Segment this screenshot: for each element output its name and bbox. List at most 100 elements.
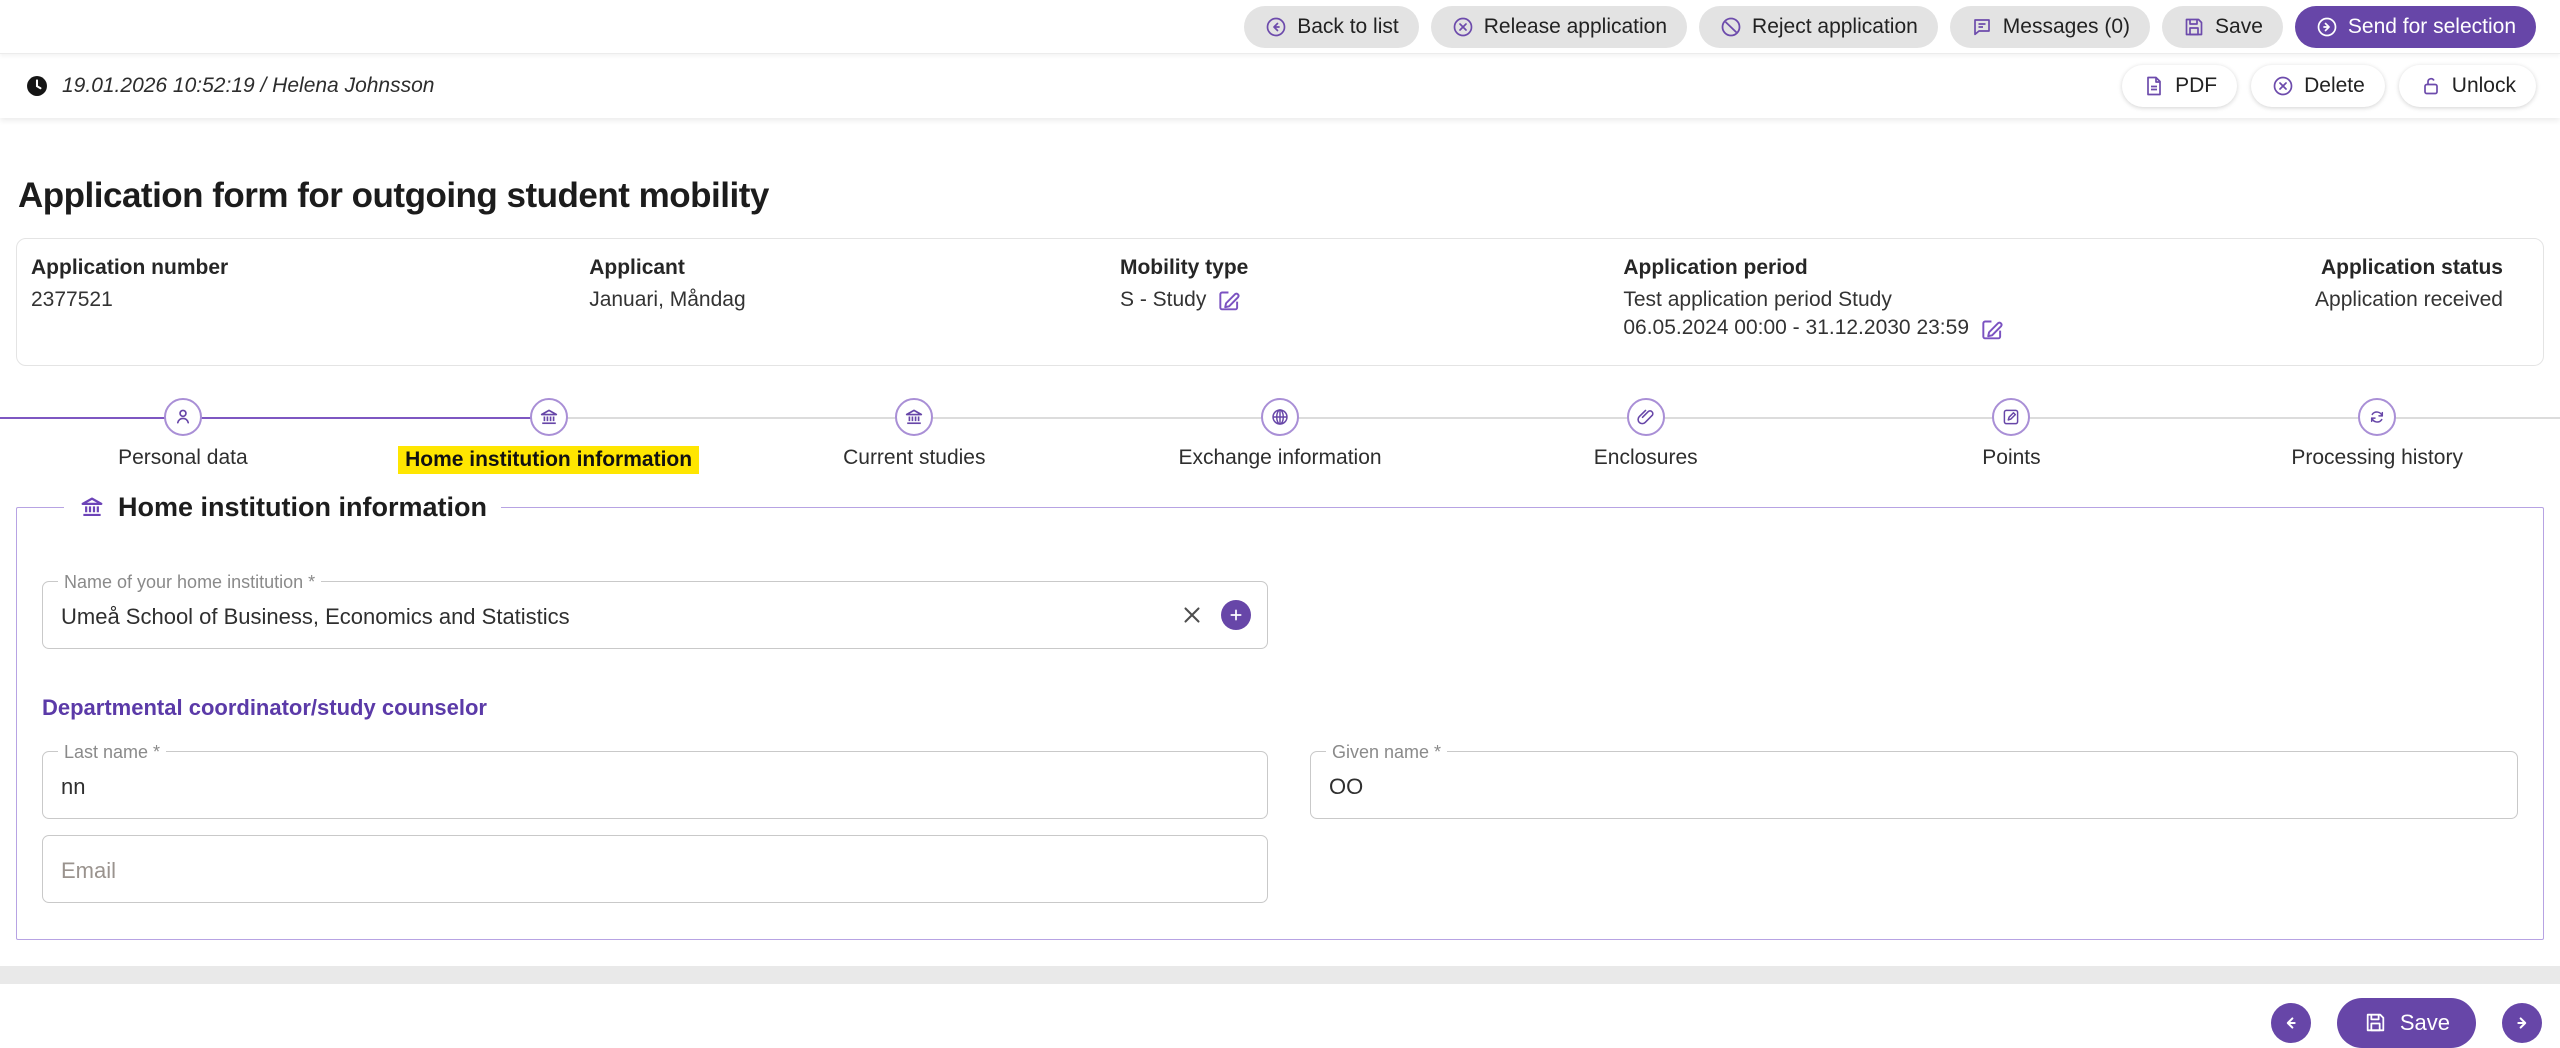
messages-label: Messages (0) bbox=[2003, 15, 2130, 39]
application-status-value: Application received bbox=[2241, 286, 2503, 314]
person-icon bbox=[164, 398, 202, 436]
section-legend: Home institution information bbox=[64, 492, 501, 523]
save-label-top: Save bbox=[2215, 15, 2263, 39]
home-institution-section: Home institution information Name of you… bbox=[16, 492, 2544, 940]
meta-actions: PDF Delete Unlock bbox=[2122, 65, 2536, 107]
email-field-label: Email bbox=[61, 858, 116, 884]
applicant-value: Januari, Måndag bbox=[589, 286, 1100, 314]
application-number-label: Application number bbox=[31, 256, 569, 280]
messages-button[interactable]: Messages (0) bbox=[1950, 6, 2150, 48]
clock-icon bbox=[24, 73, 50, 99]
edit-note-icon bbox=[1992, 398, 2030, 436]
step-label: Enclosures bbox=[1594, 446, 1698, 470]
paperclip-icon bbox=[1627, 398, 1665, 436]
pdf-label: PDF bbox=[2175, 74, 2217, 98]
next-page-button[interactable] bbox=[2502, 1003, 2542, 1043]
step-label: Points bbox=[1982, 446, 2040, 470]
applicant-block: Applicant Januari, Måndag bbox=[589, 256, 1120, 343]
home-institution-field-value: Umeå School of Business, Economics and S… bbox=[61, 604, 570, 630]
pdf-button[interactable]: PDF bbox=[2122, 65, 2237, 107]
last-name-field-label: Last name * bbox=[58, 742, 166, 763]
given-name-field[interactable]: Given name * OO bbox=[1310, 751, 2518, 819]
application-number-block: Application number 2377521 bbox=[31, 256, 589, 343]
page-title: Application form for outgoing student mo… bbox=[18, 176, 2560, 216]
application-status-label: Application status bbox=[2241, 256, 2503, 280]
step-personal-data[interactable]: Personal data bbox=[0, 398, 366, 474]
application-summary-card: Application number 2377521 Applicant Jan… bbox=[16, 238, 2544, 366]
mobility-type-label: Mobility type bbox=[1120, 256, 1603, 280]
applicant-label: Applicant bbox=[589, 256, 1100, 280]
application-period-range: 06.05.2024 00:00 - 31.12.2030 23:59 bbox=[1623, 314, 1969, 342]
save-label-footer: Save bbox=[2400, 1010, 2450, 1036]
last-modified-info: 19.01.2026 10:52:19 / Helena Johnsson bbox=[24, 73, 434, 99]
save-button-top[interactable]: Save bbox=[2162, 6, 2283, 48]
institution-icon bbox=[895, 398, 933, 436]
release-application-button[interactable]: Release application bbox=[1431, 6, 1687, 48]
add-institution-icon[interactable] bbox=[1221, 600, 1251, 630]
mobility-type-block: Mobility type S - Study bbox=[1120, 256, 1623, 343]
last-name-field-value: nn bbox=[61, 774, 85, 800]
clear-institution-icon[interactable] bbox=[1179, 602, 1205, 628]
step-label: Processing history bbox=[2291, 446, 2463, 470]
step-enclosures[interactable]: Enclosures bbox=[1463, 398, 1829, 474]
save-icon bbox=[2363, 1010, 2388, 1035]
reject-application-label: Reject application bbox=[1752, 15, 1918, 39]
arrow-left-circle-icon bbox=[1264, 15, 1288, 39]
mobility-type-value: S - Study bbox=[1120, 286, 1206, 314]
home-institution-field[interactable]: Name of your home institution * Umeå Sch… bbox=[42, 581, 1268, 649]
save-icon bbox=[2182, 15, 2206, 39]
coordinator-subheading: Departmental coordinator/study counselor bbox=[42, 695, 2518, 721]
last-name-field[interactable]: Last name * nn bbox=[42, 751, 1268, 819]
send-for-selection-button[interactable]: Send for selection bbox=[2295, 6, 2536, 48]
form-stepper: Personal data Home institution informati… bbox=[0, 398, 2560, 470]
step-processing-history[interactable]: Processing history bbox=[2194, 398, 2560, 474]
given-name-field-label: Given name * bbox=[1326, 742, 1447, 763]
step-label: Exchange information bbox=[1178, 446, 1381, 470]
back-to-list-label: Back to list bbox=[1297, 15, 1399, 39]
step-label: Personal data bbox=[118, 446, 248, 470]
application-period-label: Application period bbox=[1623, 256, 2221, 280]
ban-icon bbox=[1719, 15, 1743, 39]
unlock-icon bbox=[2419, 74, 2443, 98]
application-period-block: Application period Test application peri… bbox=[1623, 256, 2241, 343]
edit-mobility-type-icon[interactable] bbox=[1216, 287, 1242, 313]
arrow-right-icon bbox=[2511, 1012, 2533, 1034]
reject-application-button[interactable]: Reject application bbox=[1699, 6, 1938, 48]
section-title: Home institution information bbox=[118, 492, 487, 523]
application-status-block: Application status Application received bbox=[2241, 256, 2523, 343]
x-circle-icon bbox=[2271, 74, 2295, 98]
back-to-list-button[interactable]: Back to list bbox=[1244, 6, 1419, 48]
previous-page-button[interactable] bbox=[2271, 1003, 2311, 1043]
top-toolbar: Back to list Release application Reject … bbox=[0, 0, 2560, 54]
timestamp-user-text: 19.01.2026 10:52:19 / Helena Johnsson bbox=[62, 74, 434, 98]
document-icon bbox=[2142, 74, 2166, 98]
unlock-button[interactable]: Unlock bbox=[2399, 65, 2536, 107]
delete-button[interactable]: Delete bbox=[2251, 65, 2385, 107]
arrow-right-circle-icon bbox=[2315, 15, 2339, 39]
release-application-label: Release application bbox=[1484, 15, 1667, 39]
send-for-selection-label: Send for selection bbox=[2348, 15, 2516, 39]
application-period-name: Test application period Study bbox=[1623, 286, 2221, 314]
history-icon bbox=[2358, 398, 2396, 436]
bottom-divider bbox=[0, 966, 2560, 984]
email-field[interactable]: Email bbox=[42, 835, 1268, 903]
unlock-label: Unlock bbox=[2452, 74, 2516, 98]
step-exchange-information[interactable]: Exchange information bbox=[1097, 398, 1463, 474]
delete-label: Delete bbox=[2304, 74, 2365, 98]
step-label: Current studies bbox=[843, 446, 985, 470]
given-name-field-value: OO bbox=[1329, 774, 1363, 800]
message-icon bbox=[1970, 15, 1994, 39]
institution-icon bbox=[530, 398, 568, 436]
save-button-footer[interactable]: Save bbox=[2337, 998, 2476, 1048]
home-institution-field-label: Name of your home institution * bbox=[58, 572, 321, 593]
footer-navigation: Save bbox=[0, 984, 2560, 1048]
arrow-left-icon bbox=[2280, 1012, 2302, 1034]
edit-application-period-icon[interactable] bbox=[1979, 316, 2005, 342]
step-home-institution-information[interactable]: Home institution information bbox=[366, 398, 732, 474]
institution-icon bbox=[78, 493, 106, 521]
step-current-studies[interactable]: Current studies bbox=[731, 398, 1097, 474]
x-circle-icon bbox=[1451, 15, 1475, 39]
globe-icon bbox=[1261, 398, 1299, 436]
step-points[interactable]: Points bbox=[1829, 398, 2195, 474]
meta-bar: 19.01.2026 10:52:19 / Helena Johnsson PD… bbox=[0, 54, 2560, 118]
